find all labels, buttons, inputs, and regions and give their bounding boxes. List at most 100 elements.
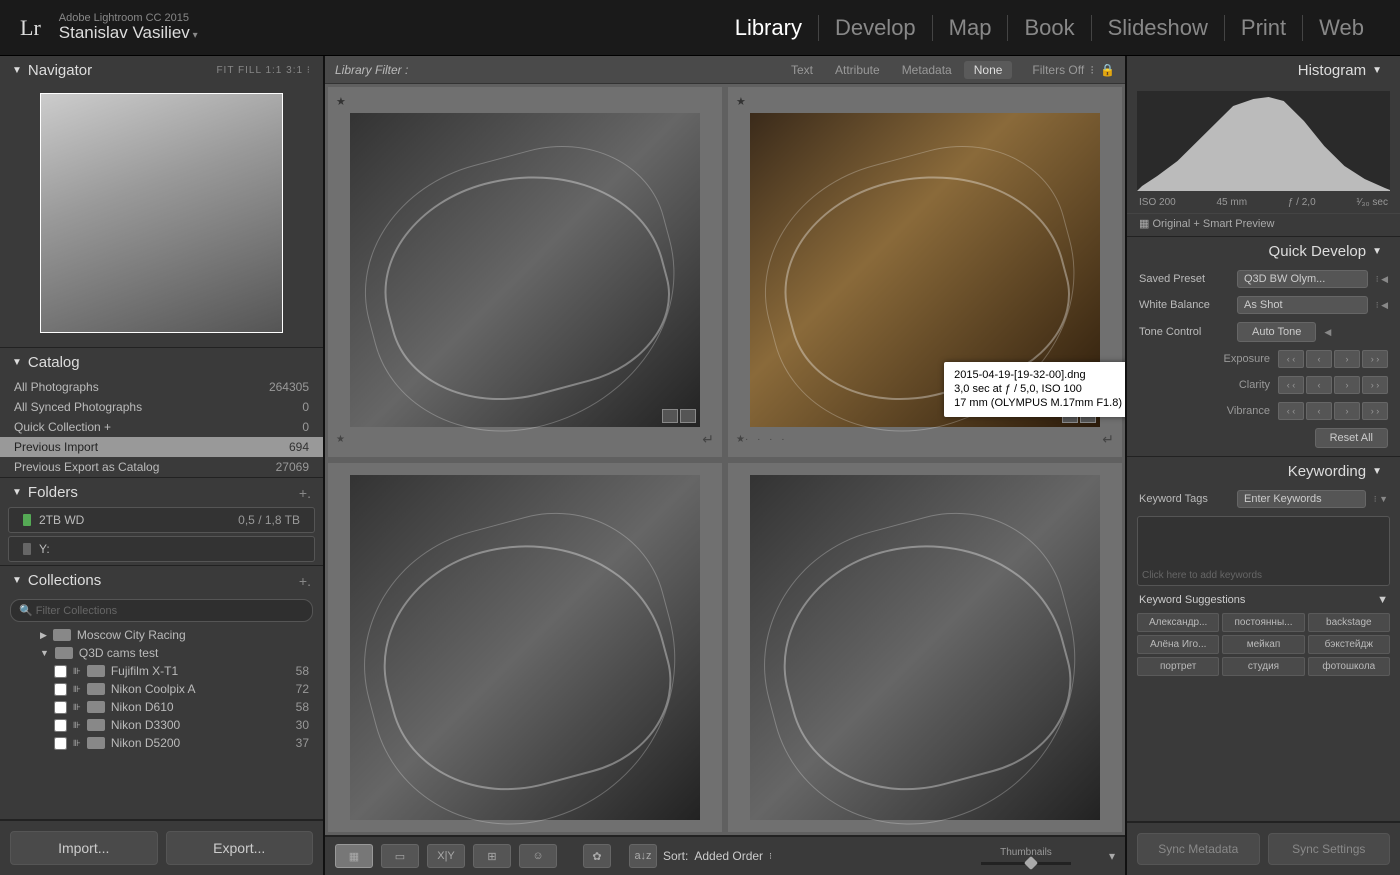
folder-item[interactable]: 2TB WD0,5 / 1,8 TB — [8, 507, 315, 533]
user-menu[interactable]: Stanislav Vasiliev — [59, 24, 198, 43]
rotate-icon[interactable]: ↵ — [702, 431, 714, 448]
loupe-view-button[interactable]: ▭ — [381, 844, 419, 868]
people-view-button[interactable]: ☺ — [519, 844, 557, 868]
folders-header[interactable]: ▼ Folders +. — [0, 478, 323, 507]
filter-lock-icon[interactable]: 🔒 — [1100, 63, 1115, 77]
collection-checkbox[interactable] — [54, 665, 67, 678]
keyword-tag[interactable]: студия — [1222, 657, 1304, 676]
survey-view-button[interactable]: ⊞ — [473, 844, 511, 868]
collections-header[interactable]: ▼ Collections +. — [0, 566, 323, 595]
keywording-header[interactable]: Keywording ▼ — [1127, 457, 1400, 486]
histogram-header[interactable]: Histogram ▼ — [1127, 56, 1400, 85]
collection-item[interactable]: ⊪Nikon D330030 — [0, 716, 323, 734]
toolbar-menu-icon[interactable]: ▾ — [1109, 849, 1115, 863]
navigator-zoom-options[interactable]: FIT FILL 1:1 3:1 ⁝ — [216, 65, 311, 76]
filter-metadata[interactable]: Metadata — [892, 61, 962, 79]
collection-item[interactable]: ▼Q3D cams test — [0, 644, 323, 662]
thumbnail-size-slider[interactable] — [981, 862, 1071, 865]
sync-settings-button[interactable]: Sync Settings — [1268, 833, 1391, 865]
keyword-textbox[interactable]: Click here to add keywords — [1137, 516, 1390, 586]
collections-search[interactable]: 🔍 Filter Collections — [10, 599, 313, 622]
module-library[interactable]: Library — [719, 15, 818, 41]
disclosure-icon[interactable]: ▼ — [1377, 594, 1388, 606]
filters-off[interactable]: Filters Off — [1032, 63, 1084, 77]
thumbnail[interactable] — [750, 475, 1100, 821]
rating-dots[interactable]: · · · · — [745, 434, 788, 445]
keyword-tag[interactable]: Алёна Иго... — [1137, 635, 1219, 654]
filter-preset-menu-icon[interactable]: ⁝ — [1090, 63, 1094, 77]
compare-view-button[interactable]: X|Y — [427, 844, 465, 868]
grid-view-button[interactable]: ▦ — [335, 844, 373, 868]
filter-none[interactable]: None — [964, 61, 1013, 79]
folder-item[interactable]: Y: — [8, 536, 315, 562]
collection-item[interactable]: ⊪Nikon Coolpix A72 — [0, 680, 323, 698]
keyword-tag[interactable]: мейкап — [1222, 635, 1304, 654]
keyword-tags-select[interactable]: Enter Keywords — [1237, 490, 1366, 508]
sync-metadata-button[interactable]: Sync Metadata — [1137, 833, 1260, 865]
exposure-stepper[interactable]: ‹ ‹‹›› › — [1278, 350, 1388, 368]
sort-menu-icon[interactable]: ⁝ — [769, 851, 772, 862]
collection-checkbox[interactable] — [54, 737, 67, 750]
quickdevelop-header[interactable]: Quick Develop ▼ — [1127, 237, 1400, 266]
navigator-header[interactable]: ▼ Navigator FIT FILL 1:1 3:1 ⁝ — [0, 56, 323, 85]
saved-preset-select[interactable]: Q3D BW Olym... — [1237, 270, 1368, 288]
catalog-item[interactable]: All Photographs264305 — [0, 377, 323, 397]
white-balance-select[interactable]: As Shot — [1237, 296, 1368, 314]
sort-value[interactable]: Added Order — [694, 849, 763, 863]
flag-icon[interactable]: ★ — [336, 95, 346, 109]
sort-direction-button[interactable]: a↓z — [629, 844, 657, 868]
module-book[interactable]: Book — [1007, 15, 1090, 41]
filter-attribute[interactable]: Attribute — [825, 61, 890, 79]
collection-item[interactable]: ⊪Fujifilm X-T158 — [0, 662, 323, 680]
grid-cell[interactable] — [328, 463, 722, 833]
clarity-stepper[interactable]: ‹ ‹‹›› › — [1278, 376, 1388, 394]
reset-all-button[interactable]: Reset All — [1315, 428, 1388, 448]
catalog-item[interactable]: Previous Import694 — [0, 437, 323, 457]
thumbnail[interactable] — [350, 475, 700, 821]
filter-text[interactable]: Text — [781, 61, 823, 79]
badge-icon[interactable] — [662, 409, 678, 423]
folders-add-icon[interactable]: +. — [299, 485, 311, 501]
rating-star[interactable]: ★ — [736, 434, 745, 445]
rotate-icon[interactable]: ↵ — [1102, 431, 1114, 448]
keyword-tag[interactable]: портрет — [1137, 657, 1219, 676]
vibrance-stepper[interactable]: ‹ ‹‹›› › — [1278, 402, 1388, 420]
catalog-item[interactable]: All Synced Photographs0 — [0, 397, 323, 417]
grid-cell[interactable]: ★ ★ ↵ — [328, 87, 722, 457]
disclosure-icon[interactable]: ⁝ ◀ — [1376, 300, 1388, 311]
module-print[interactable]: Print — [1224, 15, 1302, 41]
flag-icon[interactable]: ★ — [736, 95, 746, 109]
module-develop[interactable]: Develop — [818, 15, 932, 41]
collection-checkbox[interactable] — [54, 719, 67, 732]
badge-icon[interactable] — [680, 409, 696, 423]
keyword-tag[interactable]: Александр... — [1137, 613, 1219, 632]
module-web[interactable]: Web — [1302, 15, 1380, 41]
auto-tone-button[interactable]: Auto Tone — [1237, 322, 1316, 342]
histogram-chart[interactable] — [1137, 91, 1390, 191]
catalog-item[interactable]: Previous Export as Catalog27069 — [0, 457, 323, 477]
collection-item[interactable]: ⊪Nikon D61058 — [0, 698, 323, 716]
disclosure-icon[interactable]: ⁝ ▼ — [1374, 494, 1388, 505]
collections-add-icon[interactable]: +. — [299, 573, 311, 589]
module-slideshow[interactable]: Slideshow — [1091, 15, 1224, 41]
keyword-tag[interactable]: фотошкола — [1308, 657, 1390, 676]
export-button[interactable]: Export... — [166, 831, 314, 865]
collection-item[interactable]: ▶Moscow City Racing — [0, 626, 323, 644]
disclosure-icon[interactable]: ⁝ ◀ — [1376, 274, 1388, 285]
collection-checkbox[interactable] — [54, 701, 67, 714]
painter-tool-button[interactable]: ✿ — [583, 844, 611, 868]
grid-cell[interactable]: ★ ★ · · · ·↵ 2015-04-19-[19-32-00].dng 3… — [728, 87, 1122, 457]
keyword-tag[interactable]: backstage — [1308, 613, 1390, 632]
catalog-item[interactable]: Quick Collection +0 — [0, 417, 323, 437]
keyword-tag[interactable]: постоянны... — [1222, 613, 1304, 632]
keyword-tag[interactable]: бэкстейдж — [1308, 635, 1390, 654]
import-button[interactable]: Import... — [10, 831, 158, 865]
collection-item[interactable]: ⊪Nikon D520037 — [0, 734, 323, 752]
rating-star[interactable]: ★ — [336, 434, 345, 445]
catalog-header[interactable]: ▼ Catalog — [0, 348, 323, 377]
module-map[interactable]: Map — [932, 15, 1008, 41]
disclosure-icon[interactable]: ◀ — [1324, 327, 1331, 338]
thumbnail[interactable] — [350, 113, 700, 427]
navigator-preview[interactable] — [40, 93, 283, 333]
grid-cell[interactable] — [728, 463, 1122, 833]
